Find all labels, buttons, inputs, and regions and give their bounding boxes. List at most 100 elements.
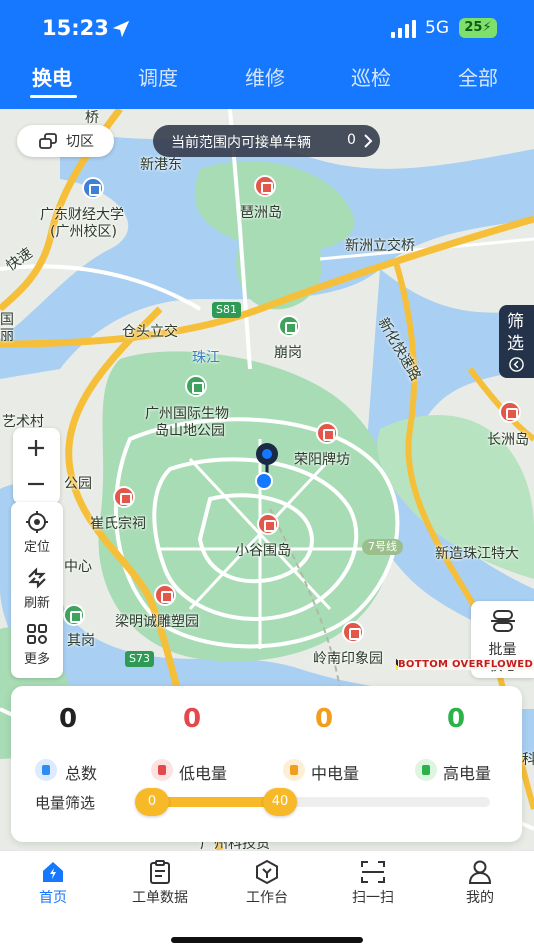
overflow-warning: BOTTOM OVERFLOWED BY (396, 659, 534, 670)
map-label: 梁明诚雕塑园 (115, 614, 199, 630)
vehicle-count-banner[interactable]: 当前范围内可接单车辆 0 (153, 125, 380, 157)
nav-label: 工作台 (246, 890, 288, 906)
zoom-out-icon[interactable] (26, 474, 46, 494)
network-label: 5G (425, 18, 449, 38)
battery-range-slider[interactable]: 0 40 (135, 788, 490, 816)
more-icon (27, 624, 47, 644)
poi-marker[interactable] (113, 486, 135, 508)
tab-inspection[interactable]: 巡检 (351, 62, 391, 91)
zoom-in-icon[interactable] (26, 438, 46, 458)
stat-label-row: 总数 (13, 759, 123, 783)
stat-total: 0 总数 (13, 704, 123, 783)
vehicle-count-value: 0 (347, 132, 356, 148)
map-tools: 定位 刷新 更多 (11, 502, 63, 678)
poi-marker[interactable] (254, 175, 276, 197)
nav-label: 我的 (466, 890, 494, 906)
refresh-button[interactable]: 刷新 (11, 560, 63, 616)
header: 15:23 5G 25⚡ 换电 调度 维修 巡检 全部 (0, 0, 534, 109)
stat-value: 0 (446, 704, 466, 734)
poi-marker[interactable] (499, 401, 521, 423)
home-indicator (171, 937, 363, 943)
tab-repair[interactable]: 维修 (245, 62, 285, 91)
stat-high: 0 高电量 (401, 704, 511, 783)
app-screen: 15:23 5G 25⚡ 换电 调度 维修 巡检 全部 桥 新港东 广东财经大学… (0, 0, 534, 950)
overflow-warning-text: BOTTOM OVERFLOWED BY (398, 659, 534, 670)
slider-min-thumb[interactable]: 0 (135, 788, 169, 816)
map-label: 新造珠江特大 (435, 546, 519, 562)
stat-icon-glyph (158, 765, 166, 775)
map-label: 新港东 (140, 157, 182, 173)
stat-value: 0 (182, 704, 202, 734)
switch-area-button[interactable]: 切区 (17, 125, 114, 157)
home-icon (43, 862, 63, 882)
nav-label: 首页 (39, 890, 67, 906)
nav-workbench[interactable]: 工作台 (222, 859, 312, 909)
map-label: 崔氏宗祠 (90, 516, 146, 532)
filter-label: 筛选 (507, 312, 524, 354)
locate-label: 定位 (23, 540, 50, 555)
bottom-nav: 首页 工单数据 工作台 扫一扫 我的 (0, 850, 534, 950)
stat-medium: 0 中电量 (269, 704, 379, 783)
user-icon (468, 860, 492, 884)
nav-label: 工单数据 (132, 890, 188, 906)
battery-high-icon (415, 759, 437, 781)
tab-dispatch[interactable]: 调度 (138, 62, 178, 91)
switch-area-icon (39, 133, 57, 149)
stat-icon-glyph (290, 765, 298, 775)
poi-marker[interactable] (316, 422, 338, 444)
stat-value: 0 (58, 704, 78, 734)
map-label: 珠江 (192, 350, 220, 366)
stat-label: 总数 (65, 764, 98, 783)
locate-icon (26, 511, 48, 533)
workbench-icon (256, 859, 278, 885)
map-label: 岛山地公园 (155, 423, 225, 439)
map-label: 其岗 (67, 633, 95, 649)
poi-marker[interactable] (257, 513, 279, 535)
chevron-right-icon (364, 134, 373, 148)
poi-marker[interactable] (82, 177, 104, 199)
stat-icon-glyph (422, 765, 430, 775)
nav-work-orders[interactable]: 工单数据 (115, 859, 205, 909)
map-label: 中心 (64, 559, 92, 575)
filter-button[interactable]: 筛选 (499, 305, 534, 378)
clipboard-icon (150, 860, 170, 884)
signal-icon (391, 20, 416, 38)
nav-home[interactable]: 首页 (8, 859, 98, 909)
battery-medium-icon (283, 759, 305, 781)
poi-marker[interactable] (63, 604, 85, 626)
poi-marker[interactable] (278, 315, 300, 337)
stat-label-row: 高电量 (401, 759, 511, 783)
nav-profile[interactable]: 我的 (435, 859, 525, 909)
poi-marker[interactable] (342, 621, 364, 643)
stat-label-row: 中电量 (269, 759, 379, 783)
battery-filter-label: 电量筛选 (35, 794, 96, 812)
stat-label: 低电量 (179, 764, 228, 783)
nav-scan[interactable]: 扫一扫 (328, 859, 418, 909)
location-arrow-icon (112, 20, 130, 38)
battery-low-icon (151, 759, 173, 781)
stat-label-row: 低电量 (137, 759, 247, 783)
more-label: 更多 (23, 652, 50, 667)
poi-marker[interactable] (154, 584, 176, 606)
locate-button[interactable]: 定位 (11, 504, 63, 560)
poi-marker[interactable] (185, 375, 207, 397)
tab-swap[interactable]: 换电 (32, 62, 72, 91)
map-label: 岭南印象园 (313, 651, 383, 667)
map-label: 新洲立交桥 (345, 238, 415, 254)
road-shield: S81 (212, 302, 241, 318)
tab-all[interactable]: 全部 (458, 62, 498, 91)
metro-line-label: 7号线 (362, 539, 403, 555)
map-label: 丽 (0, 328, 14, 344)
map-label: 琶洲岛 (240, 205, 282, 221)
stat-value: 0 (314, 704, 334, 734)
stat-low: 0 低电量 (137, 704, 247, 783)
more-button[interactable]: 更多 (11, 616, 63, 672)
map-label: 长洲岛 (487, 432, 529, 448)
road-shield: S73 (125, 651, 154, 667)
slider-max-thumb[interactable]: 40 (263, 788, 297, 816)
refresh-label: 刷新 (23, 596, 50, 611)
battery-icon: 25⚡ (459, 18, 497, 38)
stat-label: 高电量 (443, 764, 492, 783)
map-label: 科 (522, 752, 534, 768)
status-bar: 15:23 5G 25⚡ (0, 14, 534, 44)
